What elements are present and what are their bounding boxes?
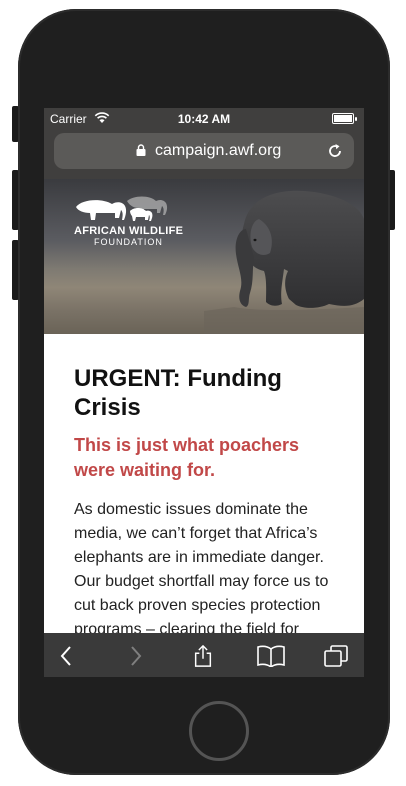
- hero-banner: AFRICAN WILDLIFE FOUNDATION: [44, 179, 364, 334]
- logo-subtitle: FOUNDATION: [94, 237, 163, 247]
- phone-screen: Carrier 10:42 AM campaign.awf.org AFRICA…: [44, 108, 364, 677]
- reload-icon[interactable]: [326, 142, 344, 160]
- bookmarks-icon[interactable]: [257, 645, 285, 667]
- share-icon[interactable]: [192, 645, 214, 667]
- article-subhead: This is just what poachers were waiting …: [74, 435, 300, 480]
- article-headline: URGENT: Funding Crisis: [74, 365, 282, 421]
- article: URGENT: Funding Crisis This is just what…: [44, 334, 364, 638]
- clock: 10:42 AM: [177, 112, 231, 126]
- browser-top-bar: Carrier 10:42 AM campaign.awf.org: [44, 108, 364, 179]
- battery-icon: [332, 113, 357, 124]
- browser-toolbar: [44, 633, 364, 677]
- status-bar: Carrier 10:42 AM: [44, 108, 364, 130]
- back-icon[interactable]: [60, 645, 72, 667]
- lock-icon: [136, 144, 146, 156]
- elephant-herd-logo: [76, 196, 168, 221]
- kneeling-elephant-photo: [204, 190, 364, 334]
- address-bar[interactable]: campaign.awf.org: [54, 133, 354, 169]
- url-text: campaign.awf.org: [155, 142, 282, 159]
- logo-title: AFRICAN WILDLIFE: [74, 225, 184, 237]
- article-body: As domestic issues dominate the media, w…: [74, 501, 329, 638]
- home-button[interactable]: [189, 701, 249, 761]
- forward-icon[interactable]: [130, 645, 142, 667]
- tabs-icon[interactable]: [324, 645, 348, 667]
